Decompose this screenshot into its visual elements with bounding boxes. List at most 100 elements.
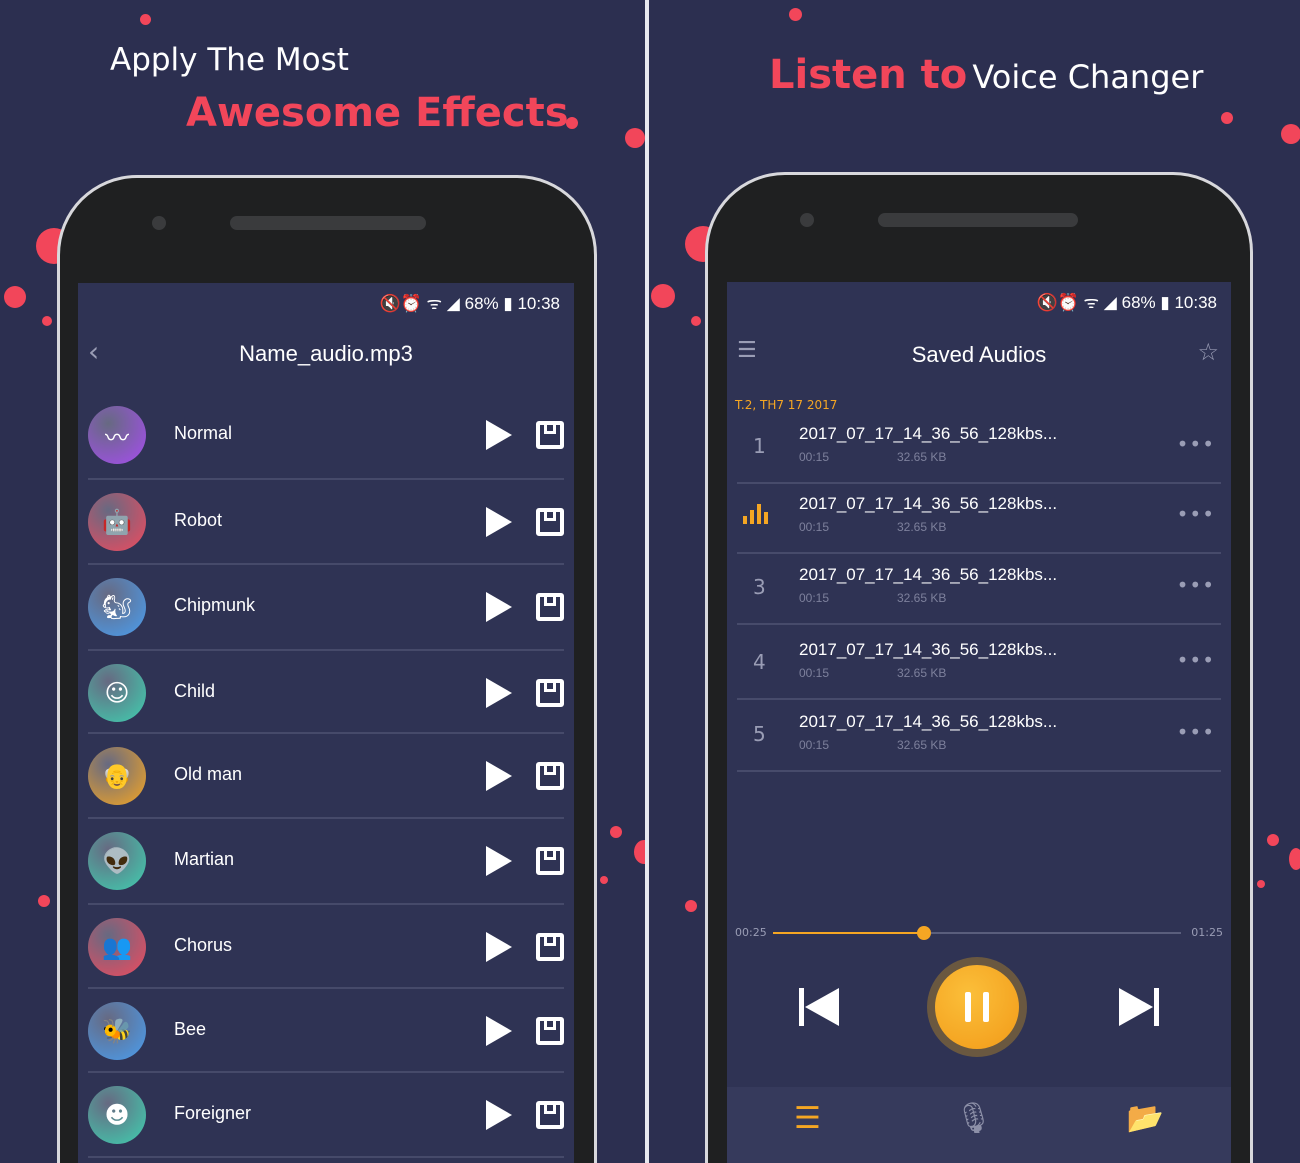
status-bar: 🔇⏰ ᯤ ◢ 68% ▮ 10:38 <box>1036 293 1218 312</box>
audio-duration: 00:15 <box>799 738 830 752</box>
effect-name: Chorus <box>174 935 233 955</box>
play-icon[interactable] <box>486 678 512 708</box>
more-icon[interactable]: ••• <box>1177 432 1215 456</box>
more-icon[interactable]: ••• <box>1177 573 1215 597</box>
seek-knob[interactable] <box>916 926 931 940</box>
audio-size: 32.65 KB <box>897 591 947 605</box>
audio-row[interactable]: 3 2017_07_17_14_36_56_128kbs... 00:15 32.… <box>737 555 1221 625</box>
effect-row-robot[interactable]: 🤖 Robot <box>88 480 564 565</box>
battery-percent: 68% <box>464 294 499 313</box>
play-icon[interactable] <box>486 846 512 876</box>
more-icon[interactable]: ••• <box>1177 648 1215 672</box>
bottom-nav: ☰ 🎙 📂 <box>727 1087 1231 1163</box>
effect-name: Foreigner <box>174 1103 252 1123</box>
chorus-icon: 👥 <box>88 918 146 976</box>
audio-name: 2017_07_17_14_36_56_128kbs... <box>799 712 1058 731</box>
audio-row[interactable]: 1 2017_07_17_14_36_56_128kbs... 00:15 32.… <box>737 414 1221 484</box>
robot-icon: 🤖 <box>88 493 146 551</box>
clock: 10:38 <box>1174 293 1217 312</box>
audio-duration: 00:15 <box>799 520 830 534</box>
page-title: Name_audio.mp3 <box>239 341 413 366</box>
bee-icon: 🐝 <box>88 1002 146 1060</box>
audio-size: 32.65 KB <box>897 738 947 752</box>
left-promo-panel: Apply The Most Awesome Effects 🔇⏰ ᯤ ◢ 68… <box>0 0 645 1163</box>
save-icon[interactable] <box>536 679 564 707</box>
play-icon[interactable] <box>486 761 512 791</box>
audio-index: 1 <box>753 434 766 458</box>
current-time: 00:25 <box>735 926 767 939</box>
list-icon[interactable]: ☰ <box>794 1101 821 1163</box>
audio-name: 2017_07_17_14_36_56_128kbs... <box>799 424 1058 443</box>
effects-screen: 🔇⏰ ᯤ ◢ 68% ▮ 10:38 ‹ Name_audio.mp3 〰 No… <box>78 283 574 1163</box>
audio-row[interactable]: 4 2017_07_17_14_36_56_128kbs... 00:15 32.… <box>737 630 1221 700</box>
page-title: Saved Audios <box>911 342 1047 367</box>
play-icon[interactable] <box>486 420 512 450</box>
pause-button[interactable] <box>927 957 1027 1057</box>
folder-icon[interactable]: 📂 <box>1127 1101 1164 1163</box>
save-icon[interactable] <box>536 847 564 875</box>
audio-index: 3 <box>753 575 766 599</box>
save-icon[interactable] <box>536 762 564 790</box>
effect-name: Old man <box>174 764 243 784</box>
headline-rest: Voice Changer <box>972 58 1204 96</box>
saved-audios-screen: 🔇⏰ ᯤ ◢ 68% ▮ 10:38 ☰ Saved Audios ☆ T.2,… <box>727 282 1231 1163</box>
effect-name: Chipmunk <box>174 595 256 615</box>
right-promo-panel: Listen to Voice Changer 🔇⏰ ᯤ ◢ 68% ▮ 10:… <box>649 0 1300 1163</box>
battery-percent: 68% <box>1121 293 1156 312</box>
seek-bar[interactable] <box>773 926 1181 940</box>
headline-accent: Listen to <box>769 52 968 98</box>
save-icon[interactable] <box>536 1101 564 1129</box>
audio-row[interactable]: 2017_07_17_14_36_56_128kbs... 00:15 32.6… <box>737 484 1221 554</box>
audio-index: 5 <box>753 722 766 746</box>
audio-size: 32.65 KB <box>897 450 947 464</box>
save-icon[interactable] <box>536 421 564 449</box>
audio-duration: 00:15 <box>799 450 830 464</box>
play-icon[interactable] <box>486 1100 512 1130</box>
save-icon[interactable] <box>536 933 564 961</box>
total-time: 01:25 <box>1191 926 1223 939</box>
effect-row-chipmunk[interactable]: 🐿 Chipmunk <box>88 565 564 651</box>
audio-size: 32.65 KB <box>897 666 947 680</box>
play-icon[interactable] <box>486 932 512 962</box>
play-icon[interactable] <box>486 1016 512 1046</box>
pause-icon <box>935 965 1019 1049</box>
effect-name: Normal <box>174 423 233 443</box>
effect-row-chorus[interactable]: 👥 Chorus <box>88 905 564 989</box>
audio-name: 2017_07_17_14_36_56_128kbs... <box>799 565 1058 584</box>
previous-button[interactable] <box>799 988 839 1026</box>
phone-frame: 🔇⏰ ᯤ ◢ 68% ▮ 10:38 ☰ Saved Audios ☆ T.2,… <box>705 172 1253 1163</box>
effect-row-child[interactable]: ☺ Child <box>88 651 564 734</box>
effect-name: Martian <box>174 849 235 869</box>
speaker <box>878 213 1078 227</box>
audio-size: 32.65 KB <box>897 520 947 534</box>
play-icon[interactable] <box>486 592 512 622</box>
play-icon[interactable] <box>486 507 512 537</box>
more-icon[interactable]: ••• <box>1177 502 1215 526</box>
microphone-icon[interactable]: 🎙 <box>955 1101 993 1163</box>
effect-row-normal[interactable]: 〰 Normal <box>88 393 564 480</box>
save-icon[interactable] <box>536 1017 564 1045</box>
martian-icon: 👽 <box>88 832 146 890</box>
chipmunk-icon: 🐿 <box>88 578 146 636</box>
save-icon[interactable] <box>536 593 564 621</box>
next-button[interactable] <box>1119 988 1159 1026</box>
star-icon[interactable]: ☆ <box>1197 338 1219 366</box>
camera <box>800 213 814 227</box>
more-icon[interactable]: ••• <box>1177 720 1215 744</box>
effect-row-martian[interactable]: 👽 Martian <box>88 819 564 905</box>
audio-duration: 00:15 <box>799 666 830 680</box>
old-man-icon: 👴 <box>88 747 146 805</box>
audio-name: 2017_07_17_14_36_56_128kbs... <box>799 494 1058 513</box>
seek-progress <box>773 932 924 934</box>
audio-index: 4 <box>753 650 766 674</box>
effect-row-bee[interactable]: 🐝 Bee <box>88 989 564 1073</box>
effect-row-foreigner[interactable]: ☻ Foreigner <box>88 1073 564 1158</box>
effect-row-old-man[interactable]: 👴 Old man <box>88 734 564 819</box>
status-bar: 🔇⏰ ᯤ ◢ 68% ▮ 10:38 <box>379 294 561 313</box>
audio-name: 2017_07_17_14_36_56_128kbs... <box>799 640 1058 659</box>
save-icon[interactable] <box>536 508 564 536</box>
child-icon: ☺ <box>88 664 146 722</box>
effect-name: Bee <box>174 1019 207 1039</box>
phone-frame: 🔇⏰ ᯤ ◢ 68% ▮ 10:38 ‹ Name_audio.mp3 〰 No… <box>57 175 597 1163</box>
audio-row[interactable]: 5 2017_07_17_14_36_56_128kbs... 00:15 32.… <box>737 702 1221 772</box>
